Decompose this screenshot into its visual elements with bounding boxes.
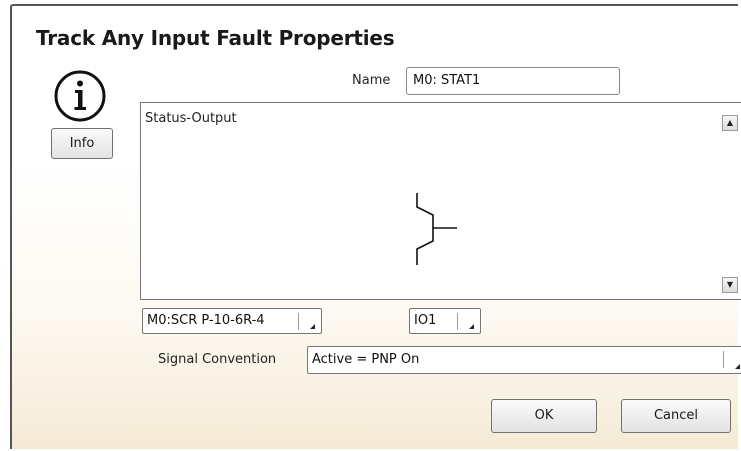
- signal-convention-select[interactable]: Active = PNP On: [307, 346, 741, 374]
- info-button[interactable]: Info: [51, 128, 113, 159]
- name-input[interactable]: M0: STAT1: [406, 67, 620, 95]
- scroll-down-arrow-icon[interactable]: ▼: [722, 277, 738, 293]
- io-select[interactable]: IO1: [409, 308, 481, 334]
- dialog-title: Track Any Input Fault Properties: [36, 26, 395, 50]
- module-select[interactable]: M0:SCR P-10-6R-4: [142, 308, 322, 334]
- dropdown-arrow-icon: [469, 324, 474, 329]
- scroll-up-arrow-icon[interactable]: ▲: [722, 115, 738, 131]
- status-output-label: Status-Output: [145, 111, 237, 126]
- normally-open-contact-symbol: [416, 193, 457, 265]
- properties-dialog: Track Any Input Fault Properties Info Na…: [10, 4, 741, 449]
- signal-convention-value: Active = PNP On: [312, 352, 420, 367]
- cancel-button[interactable]: Cancel: [621, 399, 731, 433]
- signal-convention-label: Signal Convention: [158, 352, 277, 367]
- io-select-value: IO1: [414, 313, 437, 328]
- module-select-value: M0:SCR P-10-6R-4: [147, 313, 265, 328]
- dropdown-arrow-icon: [310, 324, 315, 329]
- name-label: Name: [352, 73, 391, 88]
- info-icon: [54, 70, 106, 122]
- status-output-panel[interactable]: Status-Output ▲ ▼: [140, 102, 741, 300]
- ok-button[interactable]: OK: [491, 399, 597, 433]
- dropdown-arrow-icon: [735, 364, 740, 369]
